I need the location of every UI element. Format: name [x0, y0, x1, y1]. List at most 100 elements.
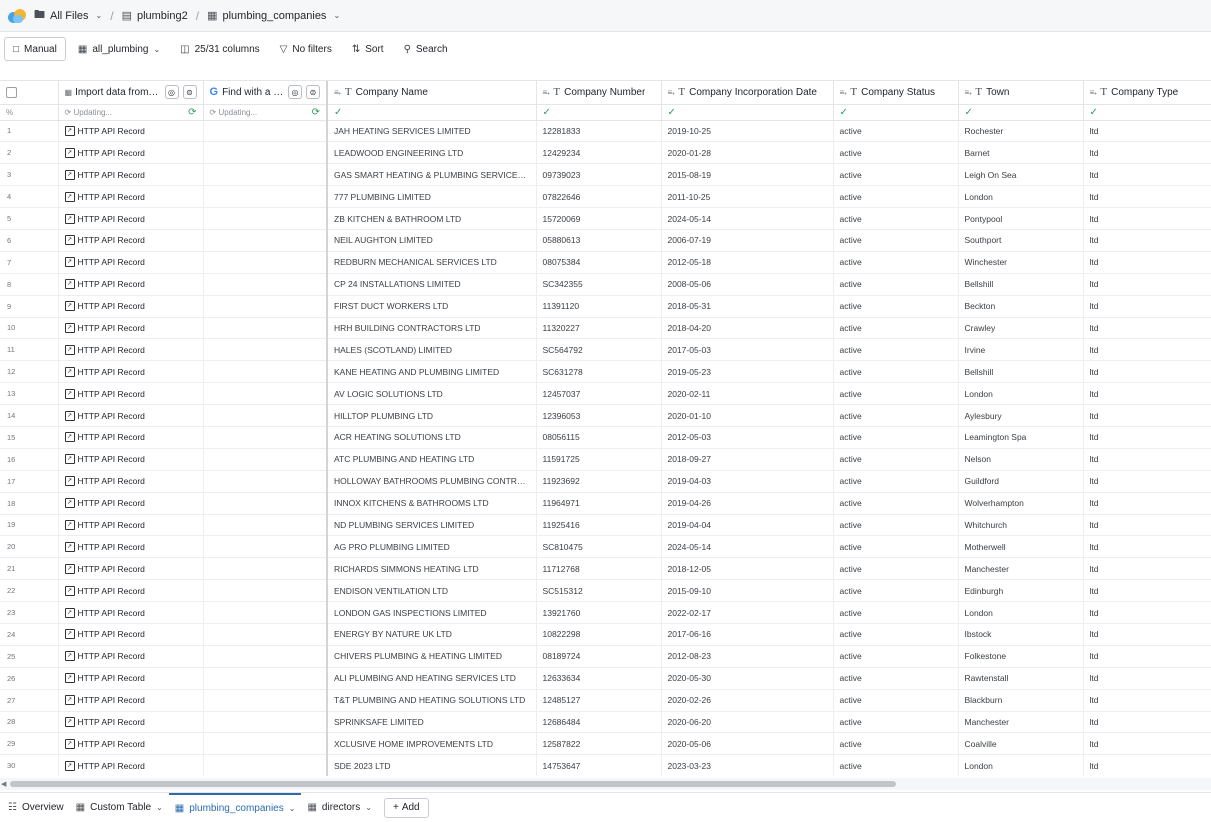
company-number-cell[interactable]: 13921760 — [536, 601, 662, 624]
company-number-cell[interactable]: 08189724 — [536, 645, 662, 668]
api-record-cell[interactable]: ↗ HTTP API Record — [58, 185, 204, 209]
refresh-icon[interactable]: ⟳ — [312, 107, 320, 118]
company-type-cell[interactable]: ltd — [1083, 601, 1211, 624]
google-search-cell[interactable] — [203, 295, 328, 318]
town-cell[interactable]: Bellshill — [958, 273, 1084, 296]
table-row[interactable]: 25 ↗ HTTP API Record CHIVERS PLUMBING & HEA… — [0, 645, 1211, 668]
incorporation-date-cell[interactable]: 2020-06-20 — [661, 711, 834, 734]
scroll-left-icon[interactable]: ◀ — [1, 780, 6, 788]
tab-overview[interactable]: ☷ Overview — [2, 793, 70, 822]
company-status-cell[interactable]: active — [833, 754, 959, 776]
company-number-cell[interactable]: 12587822 — [536, 732, 662, 756]
company-type-cell[interactable]: ltd — [1083, 492, 1211, 515]
settings-icon[interactable]: ⊜ — [182, 85, 197, 100]
api-record-cell[interactable]: ↗ HTTP API Record — [58, 317, 204, 340]
company-number-cell[interactable]: SC515312 — [536, 579, 662, 603]
company-status-cell[interactable]: active — [833, 426, 959, 449]
company-number-cell[interactable]: 15720069 — [536, 207, 662, 230]
company-type-cell[interactable]: ltd — [1083, 295, 1211, 318]
incorporation-date-cell[interactable]: 2011-10-25 — [661, 185, 834, 209]
town-cell[interactable]: Irvine — [958, 338, 1084, 362]
table-row[interactable]: 8 ↗ HTTP API Record CP 24 INSTALLATIONS LIM… — [0, 273, 1211, 296]
api-record-cell[interactable]: ↗ HTTP API Record — [58, 732, 204, 756]
company-number-cell[interactable]: 11391120 — [536, 295, 662, 318]
google-search-cell[interactable] — [203, 207, 328, 230]
incorporation-date-cell[interactable]: 2019-05-23 — [661, 360, 834, 384]
town-cell[interactable]: Blackburn — [958, 689, 1084, 712]
google-search-cell[interactable] — [203, 185, 328, 209]
incorporation-date-cell[interactable]: 2015-09-10 — [661, 579, 834, 603]
town-cell[interactable]: London — [958, 185, 1084, 209]
company-number-cell[interactable]: 11320227 — [536, 317, 662, 340]
town-cell[interactable]: Barnet — [958, 141, 1084, 165]
search-button[interactable]: ⚲ Search — [396, 37, 456, 61]
company-number-cell[interactable]: 09739023 — [536, 163, 662, 187]
town-cell[interactable]: Rochester — [958, 120, 1084, 143]
api-record-cell[interactable]: ↗ HTTP API Record — [58, 207, 204, 230]
table-row[interactable]: 23 ↗ HTTP API Record LONDON GAS INSPECTIONS… — [0, 601, 1211, 624]
google-search-cell[interactable] — [203, 141, 328, 165]
company-status-cell[interactable]: active — [833, 667, 959, 690]
google-search-cell[interactable] — [203, 251, 328, 274]
company-number-cell[interactable]: SC810475 — [536, 535, 662, 559]
table-row[interactable]: 18 ↗ HTTP API Record INNOX KITCHENS & BATHR… — [0, 492, 1211, 515]
incorporation-date-cell[interactable]: 2012-05-18 — [661, 251, 834, 274]
column-header-town[interactable]: ≡₊ T Town — [958, 81, 1084, 105]
town-cell[interactable]: Manchester — [958, 711, 1084, 734]
incorporation-date-cell[interactable]: 2022-02-17 — [661, 601, 834, 624]
table-row[interactable]: 9 ↗ HTTP API Record FIRST DUCT WORKERS LTD 1… — [0, 295, 1211, 318]
api-record-cell[interactable]: ↗ HTTP API Record — [58, 754, 204, 776]
incorporation-date-cell[interactable]: 2019-10-25 — [661, 120, 834, 143]
company-type-cell[interactable]: ltd — [1083, 141, 1211, 165]
settings-icon[interactable]: ⊜ — [306, 85, 320, 100]
table-row[interactable]: 15 ↗ HTTP API Record ACR HEATING SOLUTIONS … — [0, 426, 1211, 449]
company-status-cell[interactable]: active — [833, 229, 959, 252]
table-row[interactable]: 2 ↗ HTTP API Record LEADWOOD ENGINEERING LT… — [0, 141, 1211, 165]
api-record-cell[interactable]: ↗ HTTP API Record — [58, 623, 204, 646]
company-number-cell[interactable]: 12396053 — [536, 404, 662, 427]
incorporation-date-cell[interactable]: 2024-05-14 — [661, 207, 834, 230]
table-row[interactable]: 27 ↗ HTTP API Record T&T PLUMBING AND HEATI… — [0, 689, 1211, 712]
company-type-cell[interactable]: ltd — [1083, 623, 1211, 646]
company-number-cell[interactable]: 12485127 — [536, 689, 662, 712]
company-number-cell[interactable]: 11591725 — [536, 448, 662, 471]
company-name-cell[interactable]: XCLUSIVE HOME IMPROVEMENTS LTD — [327, 732, 537, 756]
company-type-cell[interactable]: ltd — [1083, 404, 1211, 427]
company-number-cell[interactable]: 11712768 — [536, 557, 662, 581]
company-type-cell[interactable]: ltd — [1083, 754, 1211, 776]
api-record-cell[interactable]: ↗ HTTP API Record — [58, 163, 204, 187]
company-type-cell[interactable]: ltd — [1083, 207, 1211, 230]
town-cell[interactable]: Pontypool — [958, 207, 1084, 230]
company-type-cell[interactable]: ltd — [1083, 185, 1211, 209]
incorporation-date-cell[interactable]: 2008-05-06 — [661, 273, 834, 296]
company-status-cell[interactable]: active — [833, 141, 959, 165]
town-cell[interactable]: Edinburgh — [958, 579, 1084, 603]
table-row[interactable]: 30 ↗ HTTP API Record SDE 2023 LTD 14753647 20… — [0, 754, 1211, 776]
incorporation-date-cell[interactable]: 2020-02-11 — [661, 382, 834, 406]
company-status-cell[interactable]: active — [833, 689, 959, 712]
company-name-cell[interactable]: RICHARDS SIMMONS HEATING LTD — [327, 557, 537, 581]
table-row[interactable]: 17 ↗ HTTP API Record HOLLOWAY BATHROOMS PLU… — [0, 470, 1211, 493]
column-header-incorporation-date[interactable]: ≡₊ T Company Incorporation Date — [661, 81, 834, 105]
company-type-cell[interactable]: ltd — [1083, 360, 1211, 384]
google-search-cell[interactable] — [203, 229, 328, 252]
google-search-cell[interactable] — [203, 732, 328, 756]
table-row[interactable]: 7 ↗ HTTP API Record REDBURN MECHANICAL SERV… — [0, 251, 1211, 274]
company-name-cell[interactable]: SPRINKSAFE LIMITED — [327, 711, 537, 734]
company-name-cell[interactable]: KANE HEATING AND PLUMBING LIMITED — [327, 360, 537, 384]
incorporation-date-cell[interactable]: 2019-04-26 — [661, 492, 834, 515]
table-row[interactable]: 28 ↗ HTTP API Record SPRINKSAFE LIMITED 1268… — [0, 711, 1211, 734]
company-status-cell[interactable]: active — [833, 317, 959, 340]
company-status-cell[interactable]: active — [833, 120, 959, 143]
company-status-cell[interactable]: active — [833, 645, 959, 668]
google-search-cell[interactable] — [203, 623, 328, 646]
column-header-company-type[interactable]: ≡₊ T Company Type — [1083, 81, 1211, 105]
company-status-cell[interactable]: active — [833, 711, 959, 734]
incorporation-date-cell[interactable]: 2012-08-23 — [661, 645, 834, 668]
company-type-cell[interactable]: ltd — [1083, 426, 1211, 449]
company-number-cell[interactable]: 12457037 — [536, 382, 662, 406]
company-number-cell[interactable]: 11925416 — [536, 514, 662, 537]
company-type-cell[interactable]: ltd — [1083, 163, 1211, 187]
google-search-cell[interactable] — [203, 667, 328, 690]
column-header-company-number[interactable]: ≡₊ T Company Number — [536, 81, 662, 105]
